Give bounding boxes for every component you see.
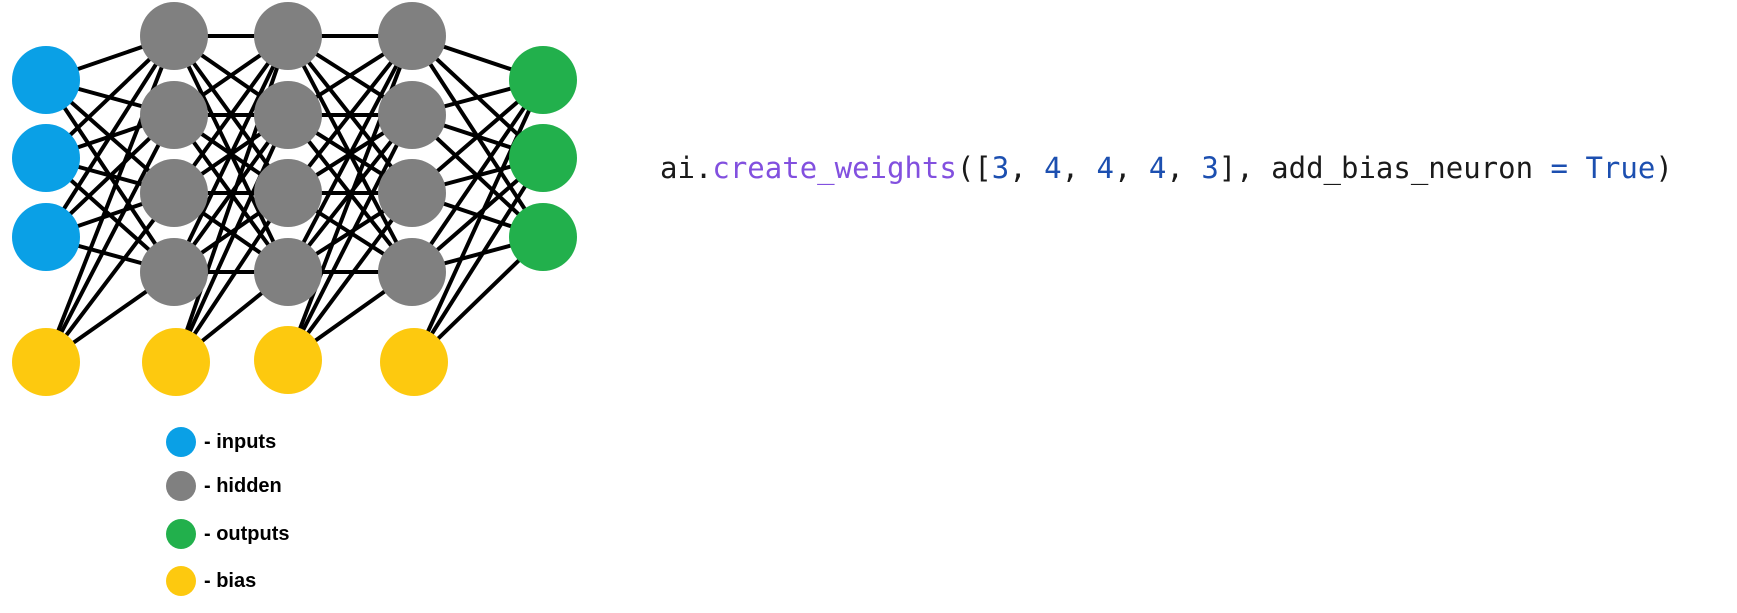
- code-arg-value: 4: [1148, 151, 1167, 185]
- code-function-name: create_weights: [712, 151, 957, 185]
- code-separator: ,: [1061, 151, 1097, 185]
- neural-network-diagram: [12, 2, 577, 396]
- hidden-neuron: [140, 238, 208, 306]
- code-arg-value: 3: [991, 151, 1010, 185]
- bias-swatch-icon: [166, 566, 196, 596]
- hidden-neuron: [378, 238, 446, 306]
- legend-label: - hidden: [204, 474, 282, 497]
- code-close-list: ],: [1218, 151, 1272, 185]
- output-neuron: [509, 124, 577, 192]
- hidden-neuron: [254, 81, 322, 149]
- code-kwarg-name: add_bias_neuron: [1271, 151, 1534, 185]
- bias-neuron: [142, 328, 210, 396]
- input-neuron: [12, 46, 80, 114]
- code-kwarg-value: True: [1585, 151, 1656, 185]
- bias-neuron: [254, 326, 322, 394]
- legend-item-outputs: - outputs: [166, 518, 290, 550]
- legend-item-inputs: - inputs: [166, 426, 276, 458]
- input-neuron: [12, 203, 80, 271]
- bias-neuron: [380, 328, 448, 396]
- legend-label: - bias: [204, 569, 257, 592]
- hidden-neuron: [140, 81, 208, 149]
- hidden-neuron: [254, 2, 322, 70]
- bias-neuron: [12, 328, 80, 396]
- hidden-neuron: [378, 2, 446, 70]
- outputs-swatch-icon: [166, 519, 196, 549]
- legend-item-bias: - bias: [166, 565, 256, 597]
- code-snippet: ai.create_weights([3, 4, 4, 4, 3], add_b…: [660, 148, 1673, 188]
- code-arg-value: 3: [1201, 151, 1219, 185]
- code-equals: =: [1533, 151, 1586, 185]
- code-separator: ,: [1009, 151, 1045, 185]
- output-neuron: [509, 46, 577, 114]
- inputs-swatch-icon: [166, 427, 196, 457]
- legend-label: - inputs: [204, 430, 277, 453]
- hidden-neuron: [378, 159, 446, 227]
- legend-label: - outputs: [204, 522, 290, 545]
- legend-item-hidden: - hidden: [166, 470, 282, 502]
- code-separator: ,: [1166, 151, 1202, 185]
- code-open-paren: ([: [956, 151, 992, 185]
- code-object: ai: [660, 151, 695, 185]
- code-arg-value: 4: [1096, 151, 1114, 185]
- hidden-neuron: [254, 238, 322, 306]
- code-dot: .: [694, 151, 713, 185]
- output-neuron: [509, 203, 577, 271]
- hidden-neuron: [254, 159, 322, 227]
- code-arg-value: 4: [1044, 151, 1062, 185]
- hidden-neuron: [140, 2, 208, 70]
- hidden-neuron: [378, 81, 446, 149]
- hidden-neuron: [140, 159, 208, 227]
- hidden-swatch-icon: [166, 471, 196, 501]
- input-neuron: [12, 124, 80, 192]
- code-close-paren: ): [1655, 151, 1673, 185]
- code-separator: ,: [1114, 151, 1149, 185]
